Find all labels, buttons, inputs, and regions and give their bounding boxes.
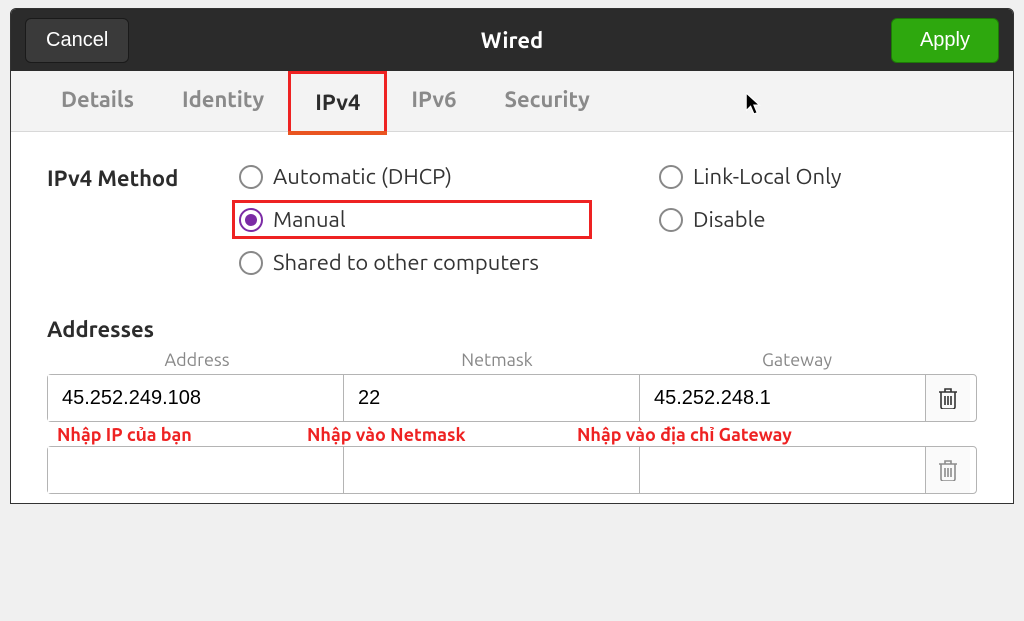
apply-button[interactable]: Apply bbox=[891, 18, 999, 63]
tab-content: IPv4 Method Automatic (DHCP) Manual Shar… bbox=[11, 132, 1013, 503]
delete-row-button[interactable] bbox=[926, 447, 970, 493]
header-address: Address bbox=[47, 350, 347, 370]
radio-icon bbox=[239, 165, 263, 189]
annotation-row: Nhập IP của bạn Nhập vào Netmask Nhập và… bbox=[47, 425, 977, 446]
address-input[interactable] bbox=[48, 375, 344, 421]
tab-ipv4[interactable]: IPv4 bbox=[288, 71, 387, 131]
tab-identity[interactable]: Identity bbox=[158, 71, 288, 131]
radio-icon bbox=[659, 165, 683, 189]
radio-icon bbox=[659, 208, 683, 232]
radio-automatic-dhcp[interactable]: Automatic (DHCP) bbox=[239, 164, 539, 189]
radio-link-local[interactable]: Link-Local Only bbox=[659, 164, 841, 189]
radio-label: Disable bbox=[693, 207, 766, 232]
titlebar: Cancel Wired Apply bbox=[11, 9, 1013, 71]
trash-icon bbox=[938, 459, 958, 481]
tab-details[interactable]: Details bbox=[37, 71, 158, 131]
annotation-ip: Nhập IP của bạn bbox=[47, 425, 307, 446]
ipv4-method-label: IPv4 Method bbox=[47, 164, 239, 191]
tab-security[interactable]: Security bbox=[481, 71, 614, 131]
address-input[interactable] bbox=[48, 447, 344, 493]
window-title: Wired bbox=[481, 28, 543, 53]
address-rows: Nhập IP của bạn Nhập vào Netmask Nhập và… bbox=[47, 374, 977, 494]
addresses-heading: Addresses bbox=[47, 317, 977, 342]
address-row bbox=[47, 374, 977, 422]
radio-disable[interactable]: Disable bbox=[659, 207, 841, 232]
gateway-input[interactable] bbox=[640, 447, 926, 493]
settings-dialog: Cancel Wired Apply Details Identity IPv4… bbox=[10, 8, 1014, 504]
trash-icon bbox=[938, 387, 958, 409]
radio-label: Manual bbox=[273, 207, 346, 232]
radio-icon bbox=[239, 251, 263, 275]
gateway-input[interactable] bbox=[640, 375, 926, 421]
header-netmask: Netmask bbox=[347, 350, 647, 370]
radio-label: Automatic (DHCP) bbox=[273, 164, 452, 189]
radio-label: Link-Local Only bbox=[693, 164, 841, 189]
tab-ipv6[interactable]: IPv6 bbox=[387, 71, 480, 131]
tab-bar: Details Identity IPv4 IPv6 Security bbox=[11, 71, 1013, 132]
radio-label: Shared to other computers bbox=[273, 250, 539, 275]
cursor-icon bbox=[746, 93, 764, 115]
header-gateway: Gateway bbox=[647, 350, 947, 370]
address-column-headers: Address Netmask Gateway bbox=[47, 350, 977, 370]
ipv4-method-section: IPv4 Method Automatic (DHCP) Manual Shar… bbox=[47, 164, 977, 275]
radio-shared[interactable]: Shared to other computers bbox=[239, 250, 539, 275]
radio-manual[interactable]: Manual bbox=[232, 200, 592, 239]
annotation-netmask: Nhập vào Netmask bbox=[307, 425, 577, 446]
radio-icon bbox=[239, 208, 263, 232]
netmask-input[interactable] bbox=[344, 375, 640, 421]
netmask-input[interactable] bbox=[344, 447, 640, 493]
annotation-gateway: Nhập vào địa chỉ Gateway bbox=[577, 425, 927, 446]
address-row bbox=[47, 446, 977, 494]
method-options: Automatic (DHCP) Manual Shared to other … bbox=[239, 164, 841, 275]
cancel-button[interactable]: Cancel bbox=[25, 18, 129, 63]
delete-row-button[interactable] bbox=[926, 375, 970, 421]
